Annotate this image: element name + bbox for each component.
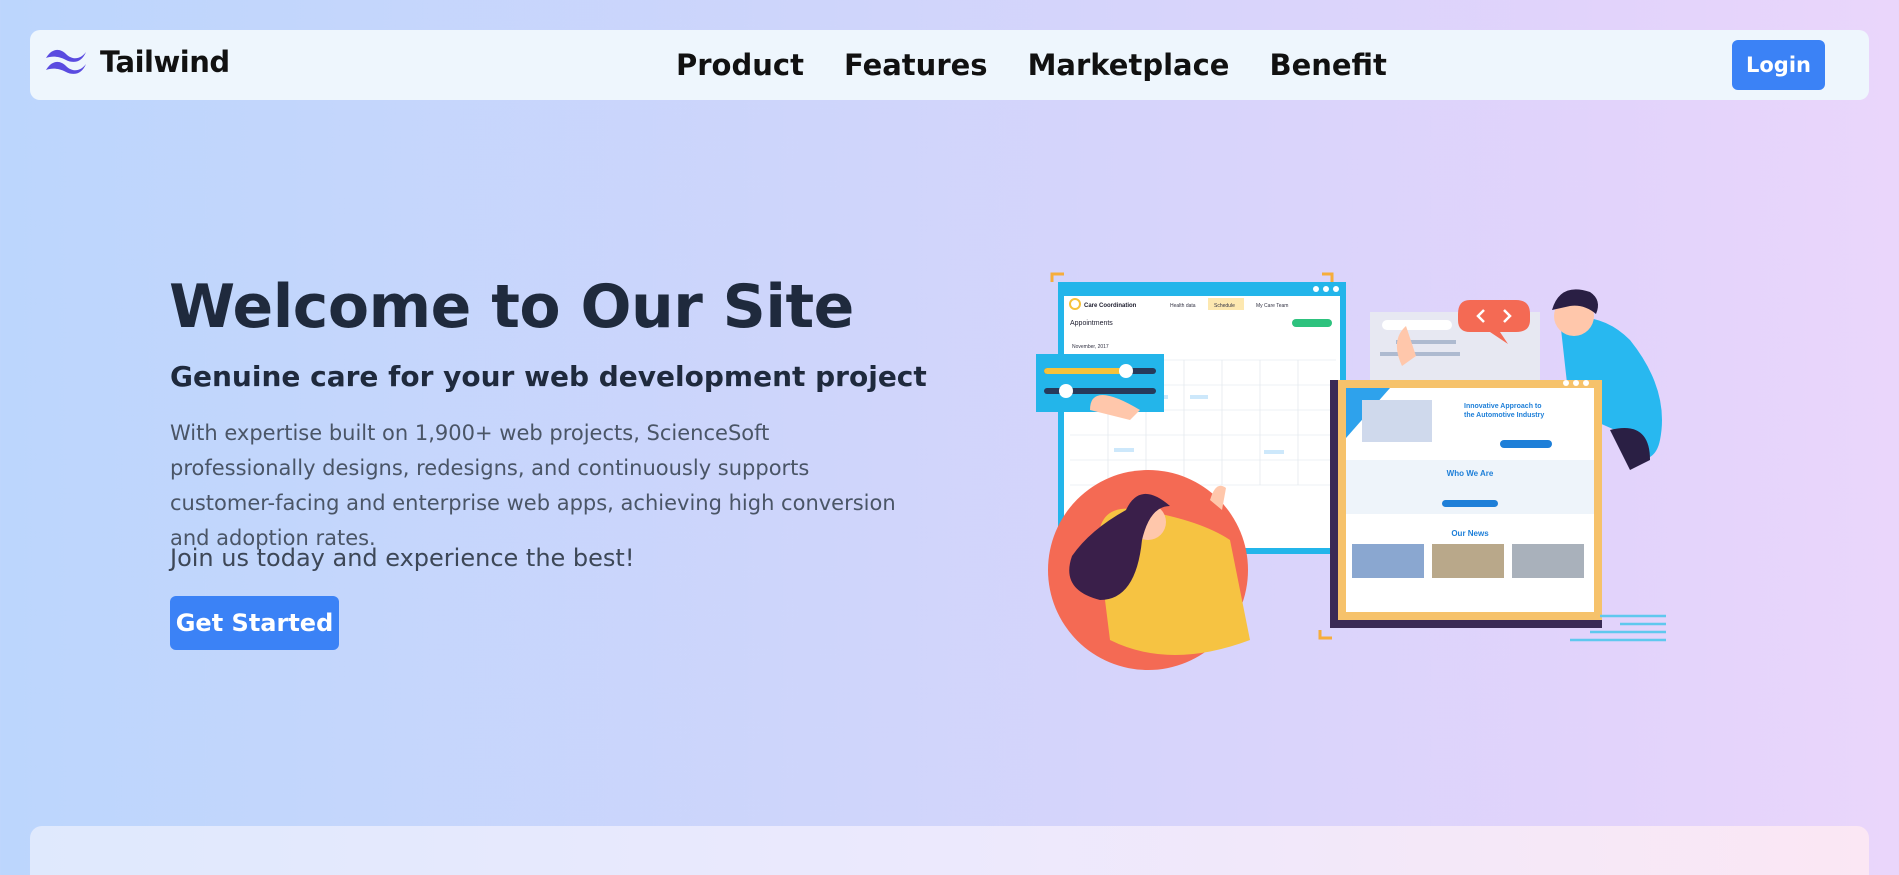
svg-text:November, 2017: November, 2017 — [1072, 344, 1109, 350]
tailwind-waves-icon — [42, 44, 90, 79]
our-news-heading: Our News — [1451, 529, 1489, 538]
nav-link-product[interactable]: Product — [676, 48, 804, 82]
nav-link-benefit[interactable]: Benefit — [1269, 48, 1386, 82]
hero-subtitle: Genuine care for your web development pr… — [170, 360, 927, 393]
hero-illustration: Care Coordination Health data Schedule M… — [1030, 270, 1690, 675]
hero-description: With expertise built on 1,900+ web proje… — [170, 421, 896, 550]
top-navbar: Tailwind Product Features Marketplace Be… — [30, 30, 1869, 100]
brand-name: Tailwind — [100, 44, 230, 79]
calendar-title: Care Coordination — [1084, 303, 1137, 309]
next-section-card — [30, 826, 1869, 875]
who-we-are-heading: Who We Are — [1447, 469, 1494, 478]
brand-logo[interactable]: Tailwind — [42, 44, 230, 79]
svg-text:Health data: Health data — [1170, 303, 1196, 309]
calendar-heading: Appointments — [1070, 320, 1113, 327]
hero-cta-text: Join us today and experience the best! — [170, 544, 635, 572]
nav-link-marketplace[interactable]: Marketplace — [1028, 48, 1230, 82]
svg-text:My Care Team: My Care Team — [1256, 303, 1288, 309]
nav-link-features[interactable]: Features — [844, 48, 988, 82]
svg-text:Schedule: Schedule — [1214, 303, 1235, 309]
login-button[interactable]: Login — [1732, 40, 1825, 90]
hero-title: Welcome to Our Site — [169, 272, 854, 342]
nav-links: Product Features Marketplace Benefit — [676, 48, 1387, 82]
get-started-button[interactable]: Get Started — [170, 596, 339, 650]
